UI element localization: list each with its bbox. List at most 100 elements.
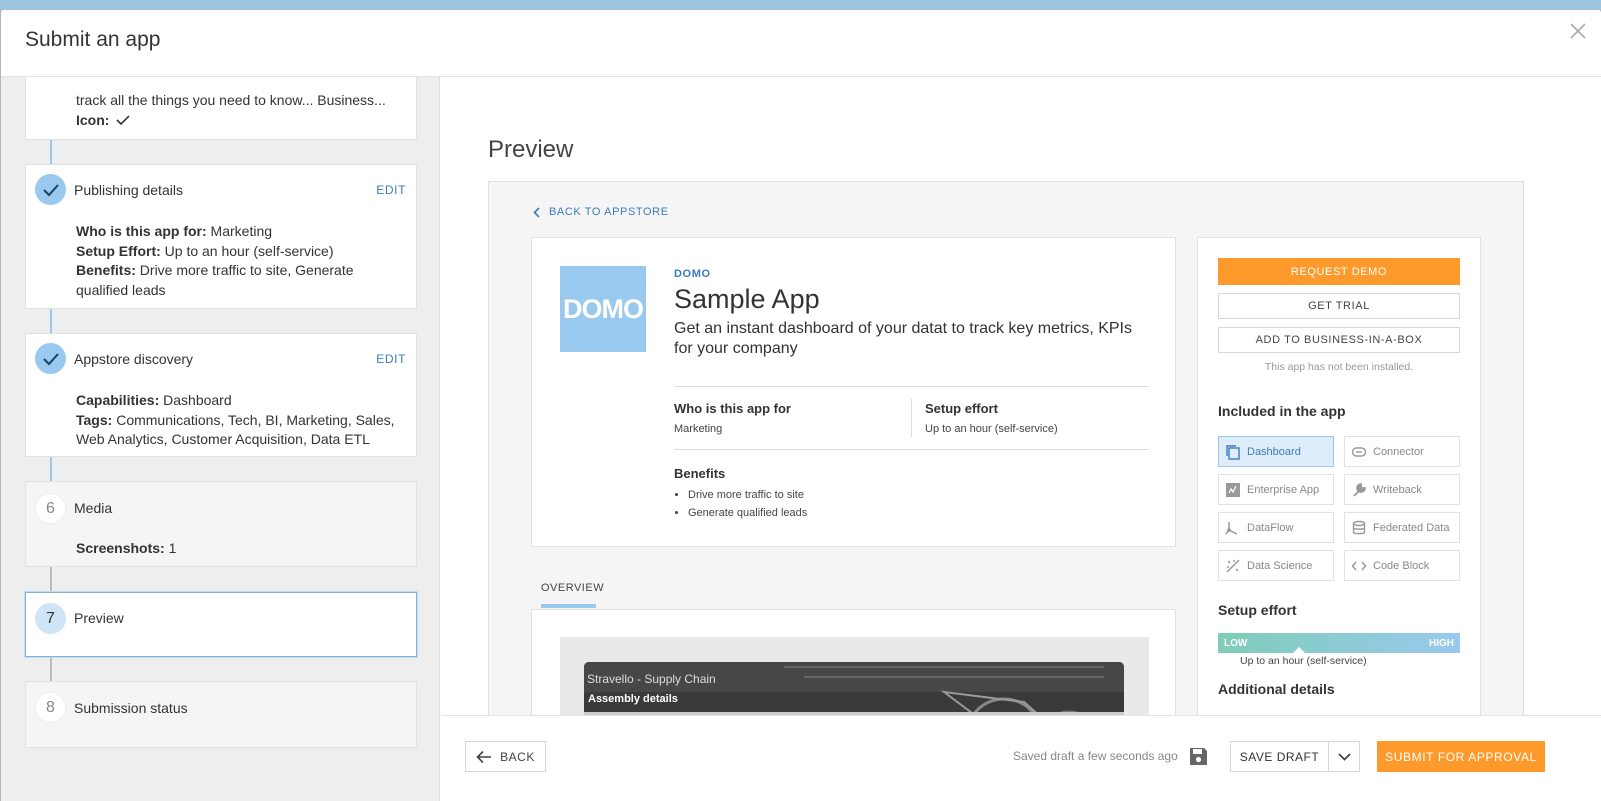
back-to-appstore-link[interactable]: BACK TO APPSTORE — [533, 206, 669, 218]
code-icon — [1351, 561, 1367, 570]
screenshot-carousel: Stravello - Supply Chain Assembly detail… — [560, 637, 1149, 715]
app-info-icon-row: Icon: — [76, 111, 406, 131]
publisher-link[interactable]: DOMO — [674, 268, 711, 280]
app-logo: DOMO — [560, 266, 646, 352]
submit-for-approval-button[interactable]: SUBMIT FOR APPROVAL — [1377, 741, 1545, 772]
discovery-summary: Capabilities: Dashboard Tags: Communicat… — [76, 391, 411, 450]
feature-code-block: Code Block — [1344, 550, 1460, 581]
database-icon — [1352, 520, 1366, 534]
back-button[interactable]: BACK — [465, 741, 546, 772]
media-summary: Screenshots: 1 — [76, 539, 406, 559]
arrow-left-icon — [476, 750, 492, 763]
effort-value: Up to an hour (self-service) — [1240, 655, 1367, 667]
capabilities-value: Dashboard — [163, 392, 232, 408]
sparkle-icon — [1226, 558, 1240, 573]
saved-draft-status: Saved draft a few seconds ago — [1013, 749, 1178, 763]
capabilities-label: Capabilities: — [76, 392, 160, 408]
step-card-appstore-discovery[interactable]: Appstore discovery EDIT Capabilities: Da… — [25, 333, 417, 457]
app-info-summary: track all the things you need to know...… — [76, 91, 406, 130]
back-label: BACK — [500, 749, 535, 764]
feature-label: DataFlow — [1247, 521, 1294, 534]
step-complete-badge — [35, 174, 66, 205]
setup-label: Setup Effort: — [76, 242, 161, 259]
save-draft-options-button[interactable] — [1328, 741, 1360, 772]
step-card-submission-status[interactable]: 8 Submission status — [25, 681, 417, 748]
chevron-left-icon — [533, 206, 540, 218]
step-number-badge: 8 — [35, 692, 66, 723]
step-card-preview[interactable]: 7 Preview — [25, 592, 417, 657]
screenshot-photo — [584, 662, 1124, 715]
edit-publishing-button[interactable]: EDIT — [376, 183, 406, 197]
setup-label: Setup effort — [925, 401, 998, 416]
list-item: Drive more traffic to site — [688, 486, 807, 504]
chevron-down-icon — [1337, 752, 1351, 761]
app-screenshot[interactable]: Stravello - Supply Chain Assembly detail… — [584, 662, 1124, 715]
feature-label: Data Science — [1247, 559, 1313, 572]
effort-high-label: HIGH — [1429, 638, 1454, 649]
feature-label: Dashboard — [1247, 445, 1301, 458]
feature-label: Federated Data — [1373, 521, 1450, 534]
request-demo-button[interactable]: REQUEST DEMO — [1218, 258, 1460, 285]
back-to-appstore-label: BACK TO APPSTORE — [549, 206, 669, 218]
tags-value: Communications, Tech, BI, Marketing, Sal… — [76, 411, 395, 448]
step-card-media[interactable]: 6 Media Screenshots: 1 — [25, 481, 417, 567]
feature-label: Connector — [1373, 445, 1424, 458]
publishing-summary: Who is this app for: Marketing Setup Eff… — [76, 222, 406, 300]
steps-panel: track all the things you need to know...… — [1, 77, 440, 801]
grid-app-icon — [1226, 482, 1240, 497]
step-title: Preview — [74, 610, 124, 626]
who-column: Who is this app for Marketing — [674, 401, 791, 435]
step-title: Submission status — [74, 700, 188, 716]
step-connector — [50, 140, 52, 164]
check-icon — [42, 352, 59, 365]
app-description: Get an instant dashboard of your datat t… — [674, 320, 1132, 357]
link-icon — [1351, 446, 1367, 457]
feature-federated-data: Federated Data — [1344, 512, 1460, 543]
preview-heading: Preview — [488, 136, 574, 163]
submit-app-modal: Submit an app track all the things you n… — [1, 10, 1601, 801]
who-label: Who is this app for — [674, 401, 791, 416]
feature-label: Code Block — [1373, 559, 1430, 572]
feature-connector: Connector — [1344, 436, 1460, 467]
step-complete-badge — [35, 343, 66, 374]
setup-effort-heading: Setup effort — [1218, 602, 1297, 618]
icon-label: Icon: — [76, 111, 110, 128]
additional-details-heading: Additional details — [1218, 681, 1335, 697]
effort-low-label: LOW — [1224, 638, 1248, 649]
copy-icon — [1226, 444, 1240, 460]
get-trial-button[interactable]: GET TRIAL — [1218, 293, 1460, 319]
meta-divider — [911, 399, 912, 437]
modal-footer: BACK Saved draft a few seconds ago SAVE … — [441, 715, 1601, 801]
feature-dashboard: Dashboard — [1218, 436, 1334, 467]
feature-dataflow: DataFlow — [1218, 512, 1334, 543]
save-draft-button[interactable]: SAVE DRAFT — [1230, 741, 1329, 772]
tab-active-indicator — [541, 604, 596, 608]
feature-label: Writeback — [1373, 483, 1422, 496]
setup-effort-meter: LOW HIGH — [1218, 633, 1460, 653]
setup-value: Up to an hour (self-service) — [164, 242, 334, 259]
screenshot-subtitle: Assembly details — [588, 693, 678, 705]
setup-column: Setup effort Up to an hour (self-service… — [925, 401, 1058, 435]
close-button[interactable] — [1567, 20, 1589, 42]
app-info-description: track all the things you need to know...… — [76, 92, 386, 108]
add-to-business-in-a-box-button[interactable]: ADD TO BUSINESS-IN-A-BOX — [1218, 327, 1460, 353]
tab-overview[interactable]: OVERVIEW — [541, 582, 604, 594]
check-icon — [116, 114, 130, 125]
included-heading: Included in the app — [1218, 403, 1346, 419]
modal-header: Submit an app — [1, 10, 1601, 77]
step-title: Publishing details — [74, 182, 183, 198]
edit-discovery-button[interactable]: EDIT — [376, 352, 406, 366]
step-card-publishing-details[interactable]: Publishing details EDIT Who is this app … — [25, 164, 417, 309]
effort-marker — [1293, 647, 1305, 653]
step-title: Media — [74, 500, 113, 516]
app-name: Sample App — [674, 284, 820, 314]
feature-data-science: Data Science — [1218, 550, 1334, 581]
modal-title: Submit an app — [25, 28, 161, 51]
background-top-strip — [0, 0, 1601, 10]
appstore-preview-frame: BACK TO APPSTORE DOMO DOMO Sample App Ge… — [488, 181, 1524, 715]
step-title: Appstore discovery — [74, 351, 194, 367]
step-number-badge: 7 — [35, 603, 66, 634]
close-icon — [1570, 23, 1586, 39]
step-connector — [50, 309, 52, 333]
step-card-app-info: track all the things you need to know...… — [25, 77, 417, 140]
